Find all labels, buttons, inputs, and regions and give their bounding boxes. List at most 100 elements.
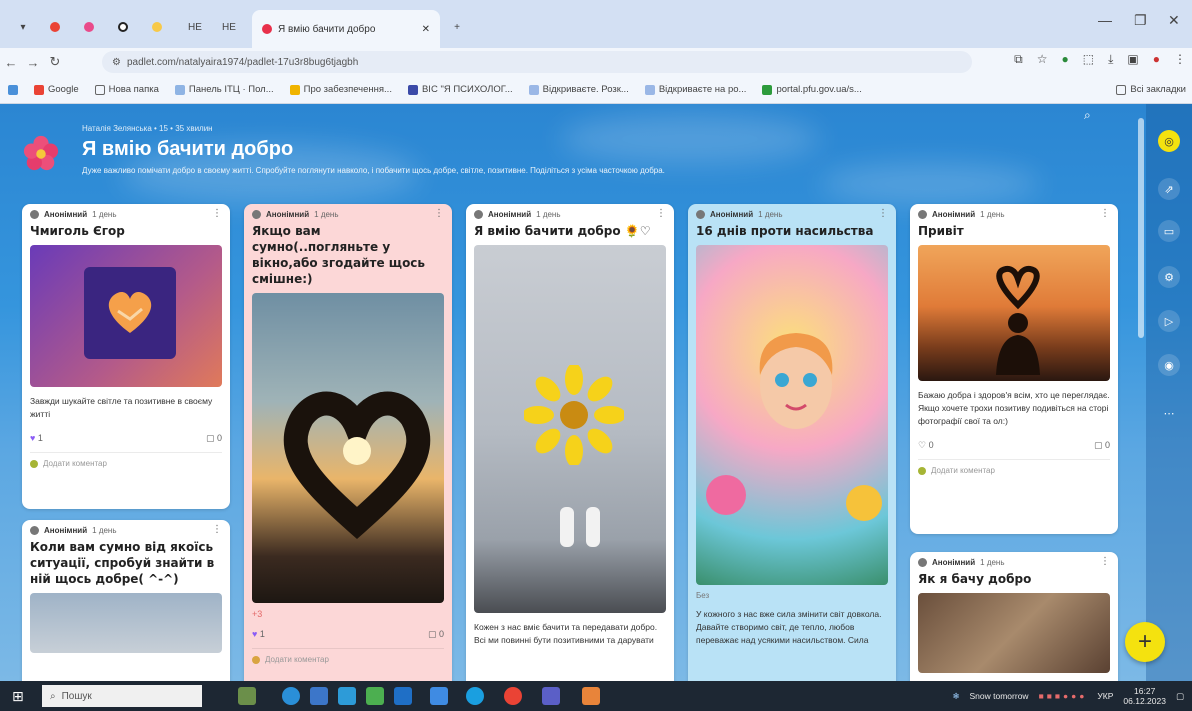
taskbar-search-input[interactable]: ⌕ Пошук [42, 685, 202, 707]
extensions-puzzle-icon[interactable]: ⬚ [1083, 52, 1094, 67]
bookmark-psychologist[interactable]: ВІС "Я ПСИХОЛОГ... [407, 84, 513, 95]
post-card[interactable]: Анонімний 1 день ⋮ Як я бачу добро [910, 552, 1118, 681]
board-scrollbar[interactable] [1138, 118, 1144, 338]
slideshow-icon[interactable]: ▭ [1158, 220, 1180, 242]
card-image[interactable] [474, 245, 666, 613]
like-button[interactable]: ♥ 1 [30, 433, 43, 444]
url-input[interactable]: ⚙ padlet.com/natalyaira1974/padlet-17u3r… [102, 51, 972, 73]
browser-menu-icon[interactable]: ⋮ [1174, 52, 1186, 67]
settings-icon[interactable]: ⚙ [1158, 266, 1180, 288]
notifications-icon[interactable]: ▢ [1176, 691, 1184, 702]
card-menu-icon[interactable]: ⋮ [434, 208, 444, 219]
forward-icon[interactable]: → [22, 55, 44, 70]
card-image[interactable] [918, 593, 1110, 673]
app-icon-5[interactable] [466, 687, 484, 705]
tray-icons[interactable]: ■■■●●● [1039, 691, 1088, 701]
add-comment-input[interactable]: Додати коментар [252, 648, 444, 670]
back-icon[interactable]: ← [0, 55, 22, 70]
remake-icon[interactable]: ◉ [1158, 354, 1180, 376]
new-tab-button[interactable]: + [442, 14, 472, 40]
card-menu-icon[interactable]: ⋮ [212, 208, 222, 219]
bookmark-star-icon[interactable]: ☆ [1037, 52, 1048, 67]
taskbar-widget-icon[interactable] [238, 687, 256, 705]
right-toolbar: ◎ ⇗ ▭ ⚙ ▷ ◉ ⋯ [1146, 104, 1192, 681]
card-menu-icon[interactable]: ⋮ [878, 208, 888, 219]
store-icon[interactable] [338, 687, 356, 705]
bookmark-folder[interactable]: Нова папка [94, 84, 159, 95]
play-icon[interactable]: ▷ [1158, 310, 1180, 332]
tab-google[interactable] [40, 14, 70, 40]
tab-close-icon[interactable]: ✕ [422, 24, 430, 35]
share-icon[interactable]: ⇗ [1158, 178, 1180, 200]
sidepanel-icon[interactable]: ▣ [1127, 52, 1138, 67]
tab-2[interactable] [74, 14, 104, 40]
chrome-icon[interactable] [504, 687, 522, 705]
app-icon-3[interactable] [394, 687, 412, 705]
site-info-icon[interactable]: ⚙ [112, 57, 121, 68]
comment-count[interactable]: ▢ 0 [206, 433, 222, 444]
apps-icon[interactable] [8, 84, 18, 95]
close-window-icon[interactable]: ✕ [1168, 12, 1180, 29]
reload-icon[interactable]: ↻ [44, 54, 66, 70]
bookmark-pfu[interactable]: portal.pfu.gov.ua/s... [762, 84, 862, 95]
download-icon[interactable]: ⤓ [1108, 52, 1113, 67]
bookmark-google[interactable]: Google [34, 84, 79, 95]
card-image[interactable] [918, 245, 1110, 381]
post-card[interactable]: Анонімний 1 день ⋮ Чмиголь Єгор Завжди шук… [22, 204, 230, 509]
bookmark-open[interactable]: Відкриваєте. Розк... [528, 84, 629, 95]
bookmark-itc[interactable]: Панель ІТЦ · Пол... [174, 84, 274, 95]
tab-5[interactable]: НЕ [180, 14, 210, 40]
app-icon-7[interactable] [582, 687, 600, 705]
edge-icon[interactable] [282, 687, 300, 705]
heart-hands-icon [108, 292, 152, 333]
windows-taskbar: ⊞ ⌕ Пошук ❄ Snow tomorrow ■■■●●● УКР 16:… [0, 681, 1192, 711]
card-image[interactable] [252, 293, 444, 603]
windows-start-icon[interactable]: ⊞ [12, 688, 24, 705]
like-button[interactable]: ♥ 1 [252, 629, 265, 640]
post-card[interactable]: Анонімний 1 день ⋮ Коли вам сумно від якої… [22, 520, 230, 681]
clock[interactable]: 16:27 06.12.2023 [1123, 686, 1166, 706]
card-image[interactable] [696, 245, 888, 585]
comment-count[interactable]: ▢ 0 [428, 629, 444, 640]
post-card[interactable]: Анонімний 1 день ⋮ 16 днів проти насильств… [688, 204, 896, 681]
card-menu-icon[interactable]: ⋮ [656, 208, 666, 219]
tab-4[interactable] [142, 14, 172, 40]
post-card[interactable]: Анонімний 1 день ⋮ Привіт Бажаю добра і зд… [910, 204, 1118, 534]
tab-active[interactable]: Я вмію бачити добро ✕ [252, 10, 440, 48]
illustrated-girl-icon [759, 333, 833, 429]
profile-avatar-icon[interactable]: ● [1153, 52, 1160, 67]
card-menu-icon[interactable]: ⋮ [1100, 556, 1110, 567]
app-icon-4[interactable] [430, 687, 448, 705]
add-comment-input[interactable]: Додати коментар [918, 459, 1110, 481]
card-menu-icon[interactable]: ⋮ [212, 524, 222, 535]
card-menu-icon[interactable]: ⋮ [1100, 208, 1110, 219]
bookmark-provision[interactable]: Про забезпечення... [289, 84, 392, 95]
translate-icon[interactable]: ⧉ [1014, 52, 1023, 67]
tab-3[interactable] [108, 14, 138, 40]
maximize-icon[interactable]: ❐ [1134, 12, 1147, 29]
card-image[interactable] [30, 593, 222, 653]
app-icon-2[interactable] [366, 687, 384, 705]
add-post-button[interactable]: + [1125, 622, 1165, 662]
more-icon[interactable]: ⋯ [1158, 402, 1180, 424]
card-title: Коли вам сумно від якоїсь ситуації, спро… [30, 540, 215, 586]
app-icon-6[interactable] [542, 687, 560, 705]
like-button[interactable]: ♡ 0 [918, 440, 934, 451]
board-search-icon[interactable]: ⌕ [1084, 108, 1091, 123]
extension-icon[interactable]: ● [1062, 52, 1069, 67]
minimize-icon[interactable]: — [1098, 12, 1112, 28]
comment-count[interactable]: ▢ 0 [1094, 440, 1110, 451]
all-bookmarks[interactable]: Всі закладки [1116, 84, 1186, 95]
post-card[interactable]: Анонімний 1 день ⋮ Я вмію бачити добро 🌻♡ … [466, 204, 674, 681]
post-card[interactable]: Анонімний 1 день ⋮ Якщо вам сумно(..поглян… [244, 204, 452, 681]
bookmark-open-2[interactable]: Відкриваєте на ро... [644, 84, 746, 95]
app-icon-1[interactable] [310, 687, 328, 705]
language-indicator[interactable]: УКР [1097, 691, 1113, 701]
tab-menu-button[interactable]: ▾ [8, 14, 38, 40]
card-image[interactable] [30, 245, 222, 387]
reactions-icon[interactable]: ◎ [1158, 130, 1180, 152]
tab-6[interactable]: НЕ [214, 14, 244, 40]
add-comment-input[interactable]: Додати коментар [30, 452, 222, 474]
weather-text[interactable]: Snow tomorrow [970, 691, 1029, 701]
weather-icon[interactable]: ❄ [952, 691, 959, 702]
